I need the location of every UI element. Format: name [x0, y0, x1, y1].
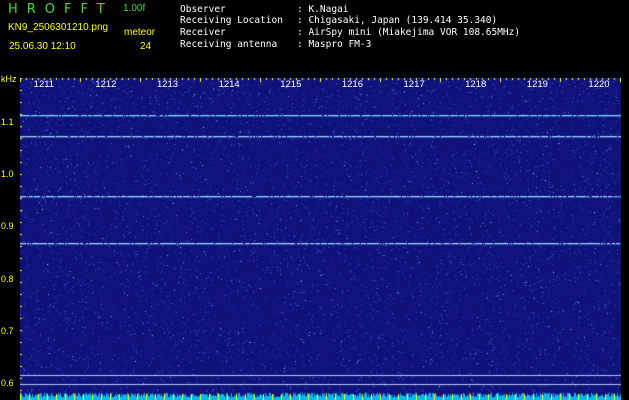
x-tick-label: 1215: [280, 79, 302, 90]
antenna-value: Maspro FM-3: [308, 39, 372, 50]
spectrogram-canvas: [20, 78, 621, 400]
location-label: Receiving Location: [180, 15, 283, 26]
interval-value: 24: [140, 41, 152, 52]
x-tick-label: 1217: [403, 79, 425, 90]
antenna-label: Receiving antenna: [180, 39, 278, 50]
x-tick-label: 1216: [341, 79, 363, 90]
date-time: 25.06.30 12:10: [9, 41, 76, 52]
receiver-value: AirSpy mini (Miakejima VOR 108.65MHz): [308, 27, 521, 38]
app-title: HROFFT: [8, 2, 114, 17]
x-tick-label: 1212: [95, 79, 117, 90]
x-tick-label: 1218: [465, 79, 487, 90]
y-tick-label: 0.9: [1, 221, 14, 232]
observer-value: K.Nagai: [308, 4, 349, 15]
mode-label: meteor: [124, 27, 156, 38]
y-tick-label: 0.8: [1, 273, 14, 284]
antenna-value-row: : Maspro FM-3: [297, 39, 372, 50]
x-tick-label: 1219: [526, 79, 548, 90]
y-axis-unit: kHz: [1, 74, 17, 84]
observer-value-row: : K.Nagai: [297, 4, 349, 15]
location-value-row: : Chigasaki, Japan (139.414 35.340): [297, 15, 498, 26]
receiver-value-row: : AirSpy mini (Miakejima VOR 108.65MHz): [297, 27, 521, 38]
y-tick-label: 1.1: [1, 116, 14, 127]
x-tick-label: 1211: [33, 79, 55, 90]
observer-label: Observer: [180, 4, 226, 15]
y-tick-label: 1.0: [1, 168, 14, 179]
y-tick-label: 0.6: [1, 378, 14, 389]
file-name: KN9_2506301210.png: [8, 22, 109, 33]
x-tick-label: 1213: [156, 79, 179, 90]
x-tick-label: 1220: [588, 79, 610, 90]
location-value: Chigasaki, Japan (139.414 35.340): [308, 15, 498, 26]
receiver-label: Receiver: [180, 27, 226, 38]
x-tick-label: 1214: [218, 79, 240, 90]
y-tick-label: 0.7: [1, 325, 14, 336]
app-version: 1.00f: [123, 3, 146, 14]
header-panel: HROFFT 1.00f KN9_2506301210.png meteor 2…: [0, 0, 629, 75]
